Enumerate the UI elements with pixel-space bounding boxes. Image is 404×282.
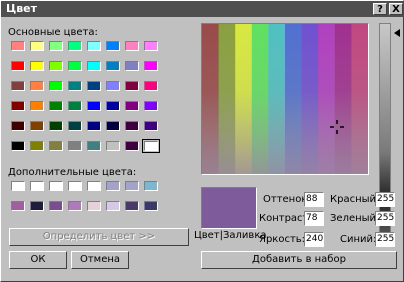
color-swatch[interactable] [49,201,63,211]
color-swatch[interactable] [144,61,158,71]
color-swatch[interactable] [49,41,63,51]
color-swatch[interactable] [49,141,63,151]
color-swatch[interactable] [125,181,139,191]
color-swatch[interactable] [106,141,120,151]
color-swatch[interactable] [68,101,82,111]
help-button[interactable]: ? [373,3,387,15]
color-swatch[interactable] [144,121,158,131]
add-to-custom-colors-button[interactable]: Добавить в набор [201,251,397,269]
blue-label: Синий: [340,234,377,245]
color-swatch[interactable] [106,41,120,51]
color-swatch[interactable] [11,101,25,111]
color-swatch[interactable] [87,81,101,91]
red-label: Красный: [330,194,380,205]
luminosity-label: Яркость: [259,234,306,245]
color-swatch[interactable] [11,181,25,191]
color-spectrum[interactable] [201,23,369,175]
color-swatch[interactable] [30,81,44,91]
color-swatch[interactable] [125,101,139,111]
color-swatch[interactable] [106,81,120,91]
color-swatch[interactable] [68,141,82,151]
color-swatch[interactable] [68,201,82,211]
color-swatch[interactable] [30,141,44,151]
saturation-field[interactable]: 78 [304,211,324,226]
color-swatch[interactable] [142,139,160,153]
color-swatch[interactable] [49,61,63,71]
color-swatch[interactable] [87,41,101,51]
color-swatch[interactable] [144,181,158,191]
color-swatch[interactable] [125,61,139,71]
color-swatch[interactable] [49,101,63,111]
color-swatch[interactable] [68,121,82,131]
color-swatch[interactable] [106,61,120,71]
color-swatch[interactable] [11,121,25,131]
hue-field[interactable]: 88 [304,192,324,207]
color-swatch[interactable] [11,201,25,211]
color-swatch[interactable] [30,201,44,211]
color-swatch[interactable] [144,201,158,211]
color-swatch[interactable] [125,121,139,131]
color-swatch[interactable] [125,41,139,51]
color-swatch[interactable] [30,61,44,71]
color-dialog: Цвет ? X Основные цвета: Дополнительные … [0,0,404,282]
green-label: Зеленый: [330,213,380,224]
custom-colors-label: Дополнительные цвета: [8,167,137,178]
color-swatch[interactable] [125,141,139,151]
color-swatch[interactable] [106,201,120,211]
color-swatch[interactable] [106,121,120,131]
color-swatch[interactable] [68,41,82,51]
red-field[interactable]: 255 [375,192,395,207]
color-swatch[interactable] [68,81,82,91]
color-swatch[interactable] [106,101,120,111]
color-swatch[interactable] [144,81,158,91]
luminosity-field[interactable]: 240 [304,232,324,247]
luminosity-arrow-icon[interactable] [394,29,400,37]
color-swatch[interactable] [11,61,25,71]
color-swatch[interactable] [49,121,63,131]
color-swatch[interactable] [49,81,63,91]
color-swatch[interactable] [87,121,101,131]
basic-colors-label: Основные цвета: [8,27,98,38]
blue-field[interactable]: 255 [375,232,395,247]
color-swatch[interactable] [87,181,101,191]
color-swatch[interactable] [87,201,101,211]
color-swatch[interactable] [30,121,44,131]
color-swatch[interactable] [11,141,25,151]
green-field[interactable]: 255 [375,211,395,226]
cancel-button[interactable]: Отмена [71,251,129,269]
color-swatch[interactable] [11,41,25,51]
color-swatch[interactable] [11,81,25,91]
title-bar: Цвет ? X [1,1,404,17]
spectrum-graphic [202,24,368,174]
color-swatch[interactable] [106,181,120,191]
color-solid-label: Цвет|Заливка [194,230,267,241]
color-swatch[interactable] [125,201,139,211]
color-swatch[interactable] [30,181,44,191]
color-swatch[interactable] [87,141,101,151]
color-swatch[interactable] [87,61,101,71]
color-swatch[interactable] [125,81,139,91]
define-custom-colors-button[interactable]: Определить цвет >> [9,228,189,246]
window-title: Цвет [6,2,38,15]
color-swatch[interactable] [87,101,101,111]
color-swatch[interactable] [30,101,44,111]
ok-button[interactable]: ОК [9,251,67,269]
close-button[interactable]: X [389,3,403,15]
color-swatch[interactable] [30,41,44,51]
color-swatch[interactable] [144,101,158,111]
color-preview [201,187,257,229]
color-swatch[interactable] [68,61,82,71]
color-swatch[interactable] [144,41,158,51]
color-swatch[interactable] [49,181,63,191]
color-swatch[interactable] [68,181,82,191]
